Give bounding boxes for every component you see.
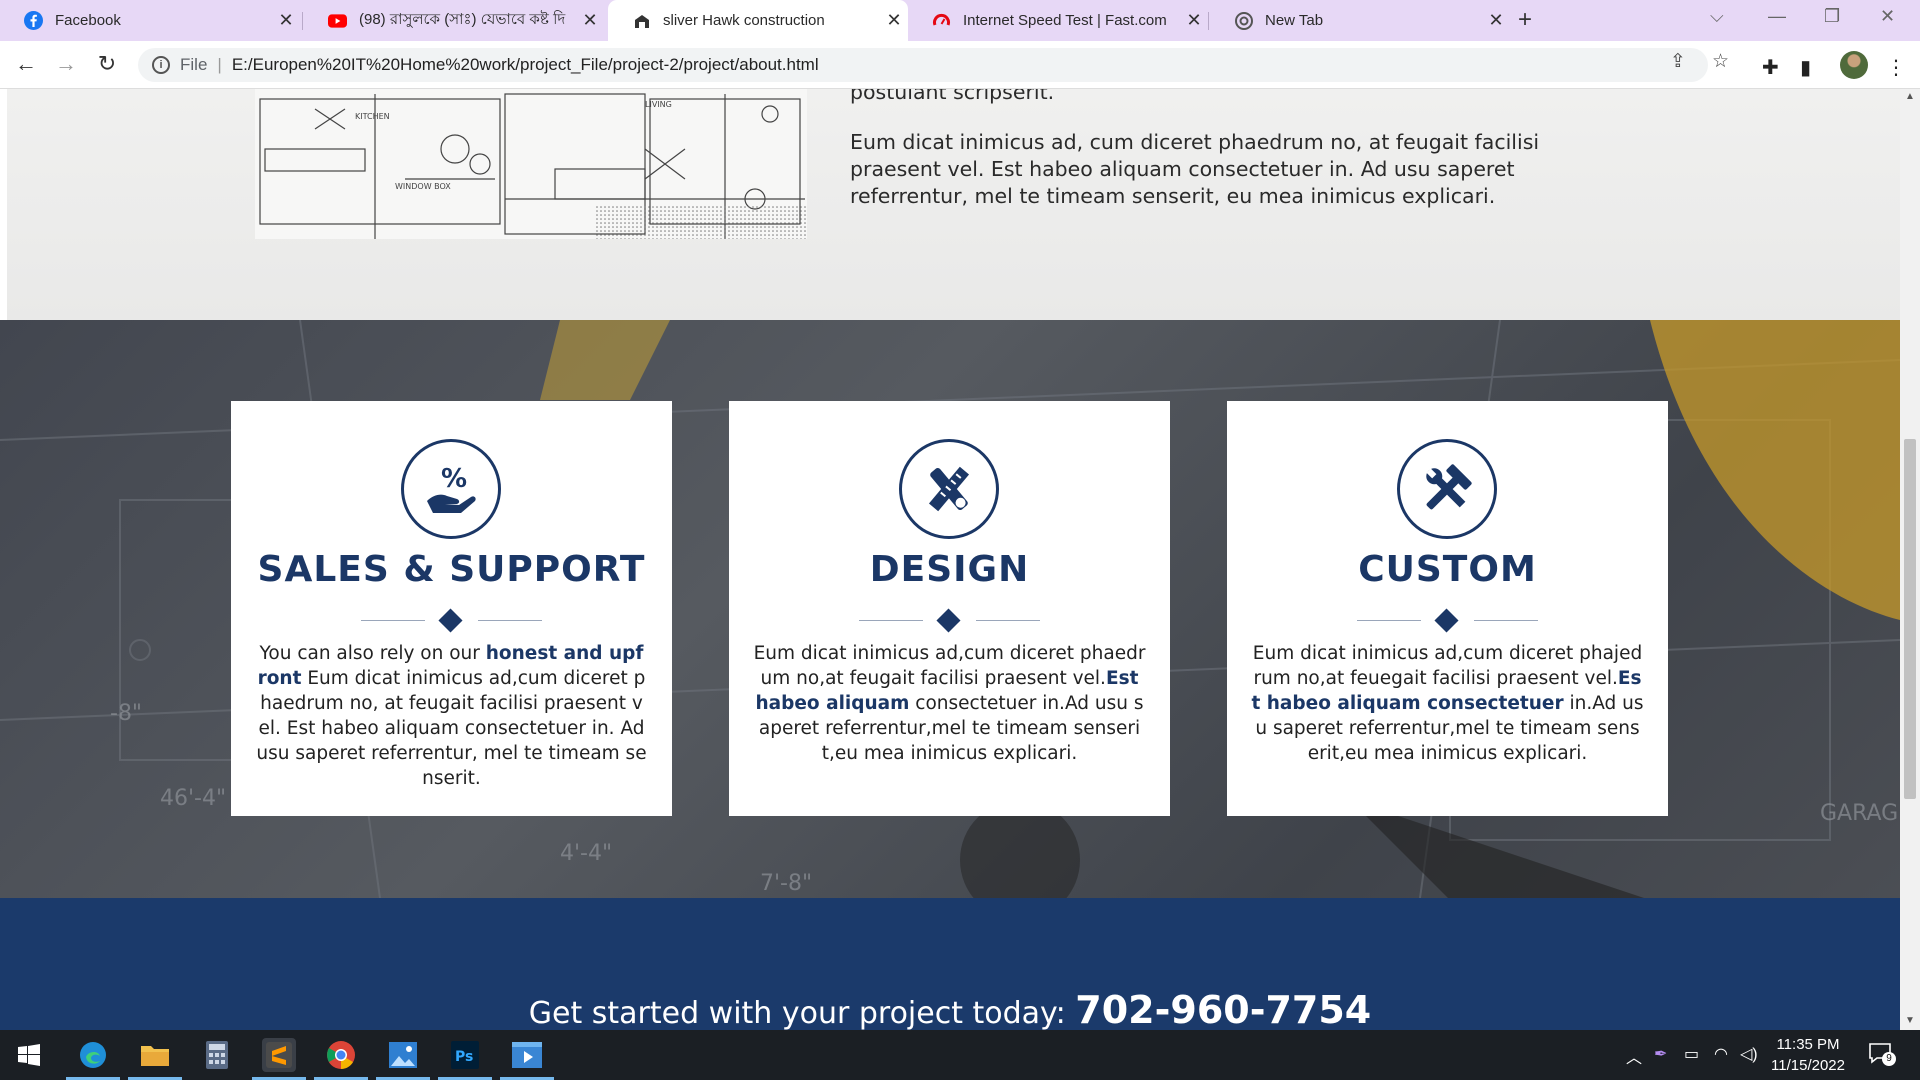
tab-fastcom[interactable]: Internet Speed Test | Fast.com ✕ [908,0,1208,41]
clock-time: 11:35 PM [1776,1036,1840,1053]
feature-card-custom: CUSTOM Eum dicat inimicus ad,cum diceret… [1227,401,1668,816]
video-editor-icon[interactable] [510,1038,544,1072]
cta-line: Get started with your project today: 702… [0,988,1900,1030]
tab-title: (98) রাসুলকে (সাঃ) যেভাবে কষ্ট দি [359,11,566,28]
cta-section: Get started with your project today: 702… [0,898,1900,1030]
edge-icon[interactable] [76,1038,110,1072]
extensions-icon[interactable]: ✚ [1762,55,1779,80]
address-separator: | [217,55,222,74]
wifi-icon[interactable]: ◠ [1714,1044,1728,1064]
address-bar[interactable]: i File | E:/Europen%20IT%20Home%20work/p… [138,48,1708,82]
pen-icon[interactable]: ✒ [1654,1044,1667,1064]
tab-title: Facebook [55,12,121,29]
url-text[interactable]: E:/Europen%20IT%20Home%20work/project_Fi… [232,55,819,75]
scheme-label: File [180,55,208,74]
feature-card-design: DESIGN Eum dicat inimicus ad,cum diceret… [729,401,1170,816]
diamond-divider [361,608,542,633]
bookmark-star-icon[interactable]: ☆ [1712,50,1729,73]
browser-tabstrip: Facebook ✕ (98) রাসুলকে (সাঃ) যেভাবে কষ্… [0,0,1920,41]
start-button[interactable] [12,1038,46,1072]
svg-text:4'-4": 4'-4" [560,841,612,866]
tab-search-icon[interactable]: ⌵ [1710,6,1724,27]
close-tab-icon[interactable]: ✕ [272,10,300,31]
cta-text: Get started with your project today: [528,996,1076,1030]
svg-text:Ps: Ps [455,1049,473,1065]
notification-count: 9 [1882,1052,1896,1066]
minimize-button[interactable]: — [1768,6,1786,27]
windows-taskbar: Ps ︿ ✒ ▭ ◠ ◁) 11:35 PM 11/15/2022 9 [0,1030,1920,1080]
about-section: KITCHEN LIVING WINDOW BOX postulant scri… [0,89,1900,320]
svg-text:-8": -8" [110,701,142,726]
svg-text:GARAGE: GARAGE [1820,801,1900,826]
photoshop-icon[interactable]: Ps [448,1038,482,1072]
fastcom-icon [932,11,951,30]
calculator-icon[interactable] [200,1038,234,1072]
chrome-icon[interactable] [324,1038,358,1072]
diamond-divider [1357,608,1538,633]
feature-text: Eum dicat inimicus ad,cum diceret phajed… [1251,643,1644,764]
chrome-icon [1234,11,1253,30]
svg-text:WINDOW BOX: WINDOW BOX [395,182,451,191]
facebook-icon [24,11,43,30]
sublime-text-icon[interactable] [262,1038,296,1072]
close-tab-icon[interactable]: ✕ [576,10,604,31]
feature-title: CUSTOM [1358,549,1537,590]
forward-button[interactable]: → [52,51,80,77]
reload-button[interactable]: ↻ [93,51,121,77]
design-tools-icon [899,439,999,539]
svg-text:%: % [441,464,467,494]
close-window-button[interactable]: ✕ [1880,6,1895,27]
tab-title: sliver Hawk construction [663,12,825,29]
browser-toolbar: ← → ↻ i File | E:/Europen%20IT%20Home%20… [0,41,1920,89]
blueprint-image: KITCHEN LIVING WINDOW BOX [255,89,807,239]
tab-sliver-hawk[interactable]: sliver Hawk construction ✕ [608,0,908,41]
side-panel-icon[interactable]: ▮ [1800,55,1811,80]
clock-date: 11/15/2022 [1771,1057,1845,1074]
tab-title: New Tab [1265,12,1324,29]
new-tab-button[interactable]: + [1518,6,1532,34]
tab-youtube[interactable]: (98) রাসুলকে (সাঃ) যেভাবে কষ্ট দি ✕ [304,0,604,41]
hand-percent-icon: % [401,439,501,539]
svg-text:7'-8": 7'-8" [760,871,812,896]
notifications-icon[interactable]: 9 [1868,1042,1896,1066]
feature-text: You can also rely on our honest and upfr… [256,643,647,789]
back-button[interactable]: ← [12,51,40,77]
cta-phone[interactable]: 702-960-7754 [1075,988,1371,1030]
svg-text:46'-4": 46'-4" [160,786,226,811]
page-scrollbar[interactable]: ▲ ▼ [1900,89,1920,1030]
close-tab-icon[interactable]: ✕ [1180,10,1208,31]
close-tab-icon[interactable]: ✕ [880,10,908,31]
about-partial-text: postulant scripserit. [850,89,1055,104]
page-viewport: KITCHEN LIVING WINDOW BOX postulant scri… [0,89,1900,1030]
features-section: 46'-4" 4'-4" 7'-8" GARAGE -8" % SALES & … [0,320,1900,898]
tab-title: Internet Speed Test | Fast.com [963,12,1167,29]
site-icon [632,11,651,30]
avatar[interactable] [1840,51,1868,79]
scrollbar-thumb[interactable] [1904,439,1916,799]
info-icon[interactable]: i [152,56,170,74]
system-clock[interactable]: 11:35 PM 11/15/2022 [1760,1034,1856,1076]
feature-title: DESIGN [869,549,1030,590]
file-explorer-icon[interactable] [138,1038,172,1072]
chevron-up-icon[interactable]: ︿ [1626,1044,1642,1068]
tab-facebook[interactable]: Facebook ✕ [0,0,300,41]
photos-icon[interactable] [386,1038,420,1072]
hammer-wrench-icon [1397,439,1497,539]
feature-card-sales-support: % SALES & SUPPORT You can also rely on o… [231,401,672,816]
restore-button[interactable]: ❐ [1824,6,1840,27]
about-paragraph: Eum dicat inimicus ad, cum diceret phaed… [850,130,1540,208]
diamond-divider [859,608,1040,633]
share-icon[interactable]: ⇪ [1670,50,1686,73]
feature-text: Eum dicat inimicus ad,cum diceret phaedr… [753,643,1146,764]
close-tab-icon[interactable]: ✕ [1482,10,1510,31]
battery-icon[interactable]: ▭ [1684,1044,1699,1064]
volume-icon[interactable]: ◁) [1740,1044,1758,1064]
feature-title: SALES & SUPPORT [257,549,646,590]
svg-text:LIVING: LIVING [645,100,672,109]
svg-text:KITCHEN: KITCHEN [355,112,390,121]
tab-new-tab[interactable]: New Tab ✕ [1210,0,1510,41]
youtube-icon [328,11,347,30]
menu-icon[interactable]: ⋮ [1886,55,1906,80]
